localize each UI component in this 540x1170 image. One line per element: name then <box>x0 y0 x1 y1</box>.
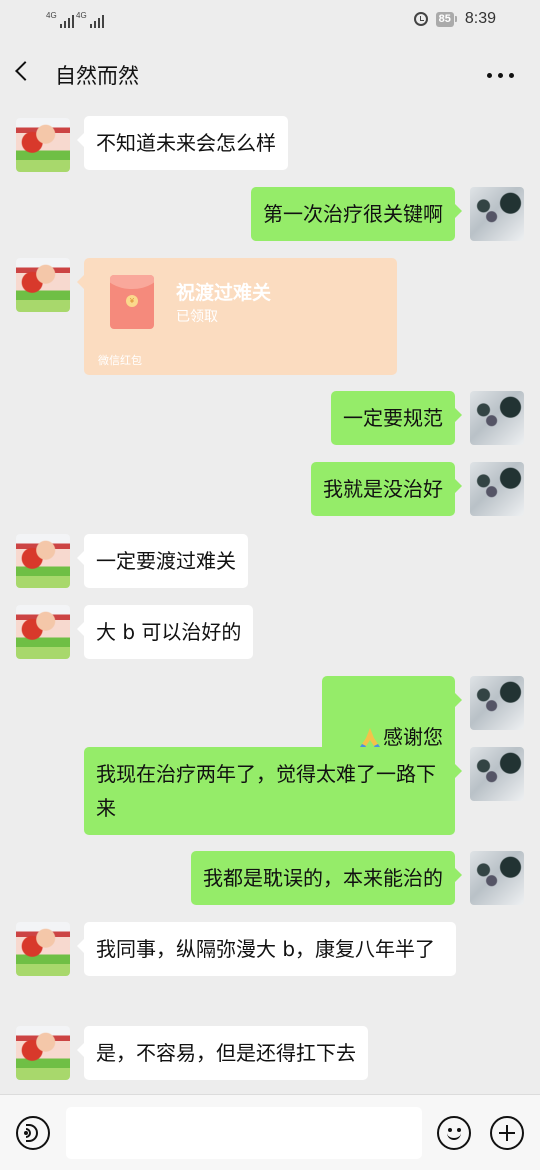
signal-label: 4G <box>76 11 87 20</box>
chat-header: 自然而然 <box>0 42 540 108</box>
alarm-icon <box>413 12 428 26</box>
red-packet-message[interactable]: ¥ 祝渡过难关 已领取 微信红包 <box>77 258 397 375</box>
contact-avatar[interactable] <box>16 118 70 172</box>
outgoing-message[interactable]: 我就是没治好 <box>311 462 462 516</box>
incoming-message[interactable]: 不知道未来会怎么样 <box>77 116 288 170</box>
incoming-message[interactable]: 是，不容易，但是还得扛下去 <box>77 1026 368 1080</box>
outgoing-message[interactable]: 第一次治疗很关键啊 <box>251 187 462 241</box>
red-packet-icon: ¥ <box>110 275 154 329</box>
more-dots-icon[interactable] <box>487 73 514 78</box>
signal-icon: 4G <box>46 12 74 28</box>
signal-label: 4G <box>46 11 57 20</box>
red-packet-title: 祝渡过难关 <box>176 282 272 304</box>
voice-icon[interactable] <box>16 1116 50 1150</box>
incoming-message[interactable]: 一定要渡过难关 <box>77 534 248 588</box>
contact-avatar[interactable] <box>16 258 70 312</box>
red-packet-footer: 微信红包 <box>98 354 142 367</box>
message-text: 感谢您 <box>383 725 443 749</box>
outgoing-message[interactable]: 一定要规范 <box>331 391 462 445</box>
my-avatar[interactable] <box>470 747 524 801</box>
signal-icon: 4G <box>76 12 104 28</box>
status-bar: 4G 4G 85 8:39 <box>0 0 540 42</box>
outgoing-message[interactable]: 我都是耽误的，本来能治的 <box>191 851 462 905</box>
chat-title: 自然而然 <box>55 64 139 88</box>
outgoing-message[interactable]: 我现在治疗两年了，觉得太难了一路下来 <box>84 747 462 835</box>
contact-avatar[interactable] <box>16 922 70 976</box>
contact-avatar[interactable] <box>16 1026 70 1080</box>
contact-avatar[interactable] <box>16 605 70 659</box>
folded-hands-icon <box>360 728 380 748</box>
my-avatar[interactable] <box>470 676 524 730</box>
red-packet-status: 已领取 <box>176 309 218 325</box>
clock: 8:39 <box>464 10 496 27</box>
incoming-message[interactable]: 我同事，纵隔弥漫大 b，康复八年半了 <box>77 922 456 976</box>
my-avatar[interactable] <box>470 391 524 445</box>
battery-icon: 85 <box>435 11 457 27</box>
my-avatar[interactable] <box>470 187 524 241</box>
my-avatar[interactable] <box>470 851 524 905</box>
incoming-message[interactable]: 大 b 可以治好的 <box>76 605 254 659</box>
chevron-left-icon[interactable] <box>15 61 35 81</box>
battery-level: 85 <box>435 11 454 27</box>
my-avatar[interactable] <box>470 462 524 516</box>
emoji-icon[interactable] <box>437 1116 471 1150</box>
message-input[interactable] <box>66 1107 422 1159</box>
plus-icon[interactable] <box>490 1116 524 1150</box>
contact-avatar[interactable] <box>16 534 70 588</box>
input-bar <box>0 1094 540 1170</box>
